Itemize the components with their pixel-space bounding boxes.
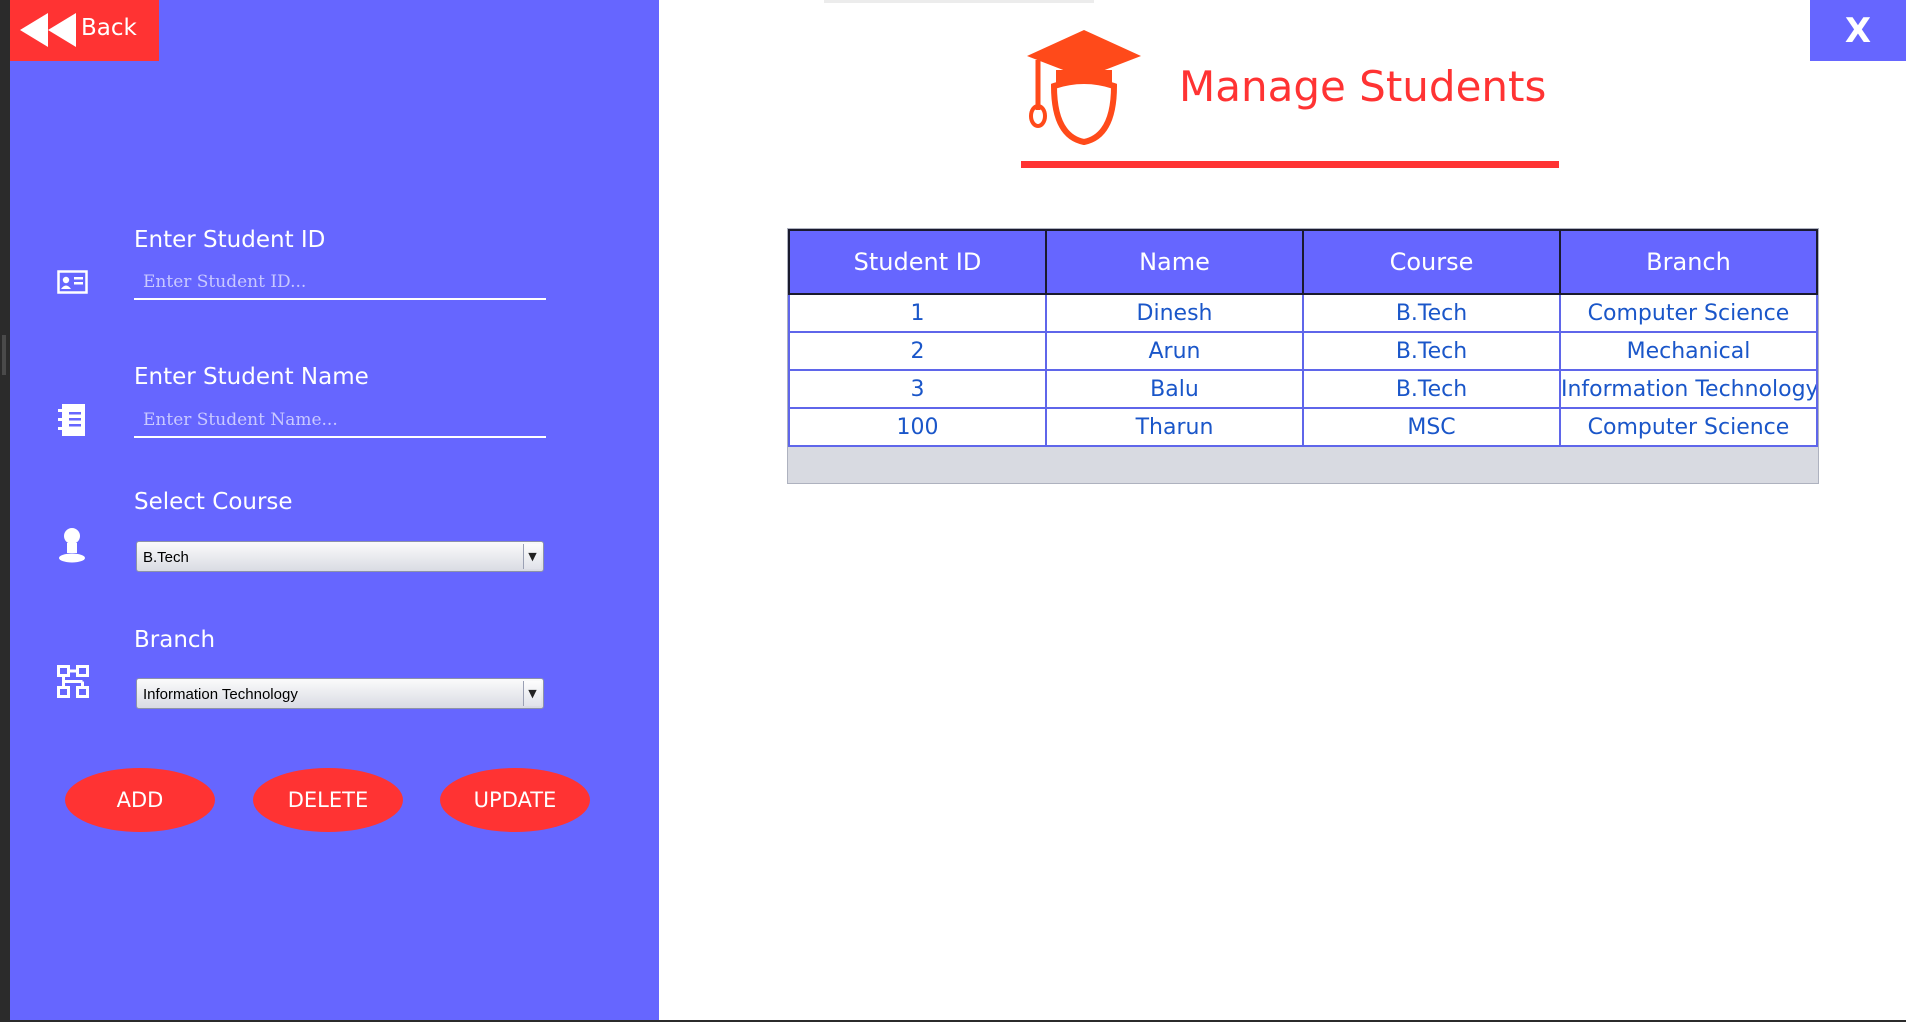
- student-name-label: Enter Student Name: [134, 364, 369, 390]
- cell-student-id[interactable]: 2: [788, 331, 1047, 371]
- cell-branch[interactable]: Mechanical: [1559, 331, 1818, 371]
- cell-name[interactable]: Dinesh: [1045, 293, 1304, 333]
- id-card-icon: [57, 270, 88, 294]
- notebook-icon: [58, 404, 85, 436]
- cell-name[interactable]: Balu: [1045, 369, 1304, 409]
- table-row[interactable]: 100 Tharun MSC Computer Science: [788, 407, 1818, 447]
- column-header-course[interactable]: Course: [1302, 229, 1561, 295]
- column-header-branch[interactable]: Branch: [1559, 229, 1818, 295]
- student-name-input[interactable]: [134, 404, 546, 438]
- students-table: Student ID Name Course Branch 1 Dinesh B…: [787, 228, 1819, 484]
- table-row[interactable]: 1 Dinesh B.Tech Computer Science: [788, 293, 1818, 333]
- window-tab-shadow: [824, 0, 1094, 3]
- cell-name[interactable]: Tharun: [1045, 407, 1304, 447]
- student-id-label: Enter Student ID: [134, 227, 326, 253]
- cell-course[interactable]: B.Tech: [1302, 369, 1561, 409]
- title-underline: [1021, 161, 1559, 168]
- add-button[interactable]: ADD: [65, 768, 215, 832]
- column-header-name[interactable]: Name: [1045, 229, 1304, 295]
- cell-branch[interactable]: Information Technology: [1559, 369, 1818, 409]
- rewind-icon: [20, 13, 76, 47]
- back-button[interactable]: Back: [10, 0, 159, 61]
- page-title: Manage Students: [1179, 62, 1547, 111]
- table-row[interactable]: 2 Arun B.Tech Mechanical: [788, 331, 1818, 371]
- cell-course[interactable]: B.Tech: [1302, 331, 1561, 371]
- table-header-row: Student ID Name Course Branch: [788, 229, 1818, 295]
- branch-select[interactable]: Information Technology ▼: [136, 678, 544, 709]
- branch-select-value: Information Technology: [143, 686, 298, 703]
- update-button[interactable]: UPDATE: [440, 768, 590, 832]
- column-header-student-id[interactable]: Student ID: [788, 229, 1047, 295]
- hierarchy-icon: [57, 665, 89, 698]
- cell-branch[interactable]: Computer Science: [1559, 407, 1818, 447]
- branch-label: Branch: [134, 627, 216, 653]
- chevron-down-icon[interactable]: ▼: [523, 681, 541, 706]
- course-select-value: B.Tech: [143, 549, 189, 566]
- window-edge: [0, 0, 10, 1020]
- table-row[interactable]: 3 Balu B.Tech Information Technology: [788, 369, 1818, 409]
- graduate-cap-icon: [1027, 30, 1141, 146]
- cell-student-id[interactable]: 1: [788, 293, 1047, 333]
- cell-student-id[interactable]: 100: [788, 407, 1047, 447]
- close-button[interactable]: X: [1810, 0, 1906, 61]
- main-panel: Manage Students X Student ID Name Course…: [659, 0, 1906, 1020]
- student-id-input[interactable]: [134, 266, 546, 300]
- cell-branch[interactable]: Computer Science: [1559, 293, 1818, 333]
- cell-course[interactable]: B.Tech: [1302, 293, 1561, 333]
- delete-button[interactable]: DELETE: [253, 768, 403, 832]
- person-icon: [59, 528, 85, 563]
- cell-name[interactable]: Arun: [1045, 331, 1304, 371]
- chevron-down-icon[interactable]: ▼: [523, 544, 541, 569]
- back-label: Back: [81, 15, 137, 41]
- course-label: Select Course: [134, 489, 293, 515]
- course-select[interactable]: B.Tech ▼: [136, 541, 544, 572]
- cell-course[interactable]: MSC: [1302, 407, 1561, 447]
- sidebar: Back Enter Student ID Enter Student Name…: [10, 0, 659, 1020]
- cell-student-id[interactable]: 3: [788, 369, 1047, 409]
